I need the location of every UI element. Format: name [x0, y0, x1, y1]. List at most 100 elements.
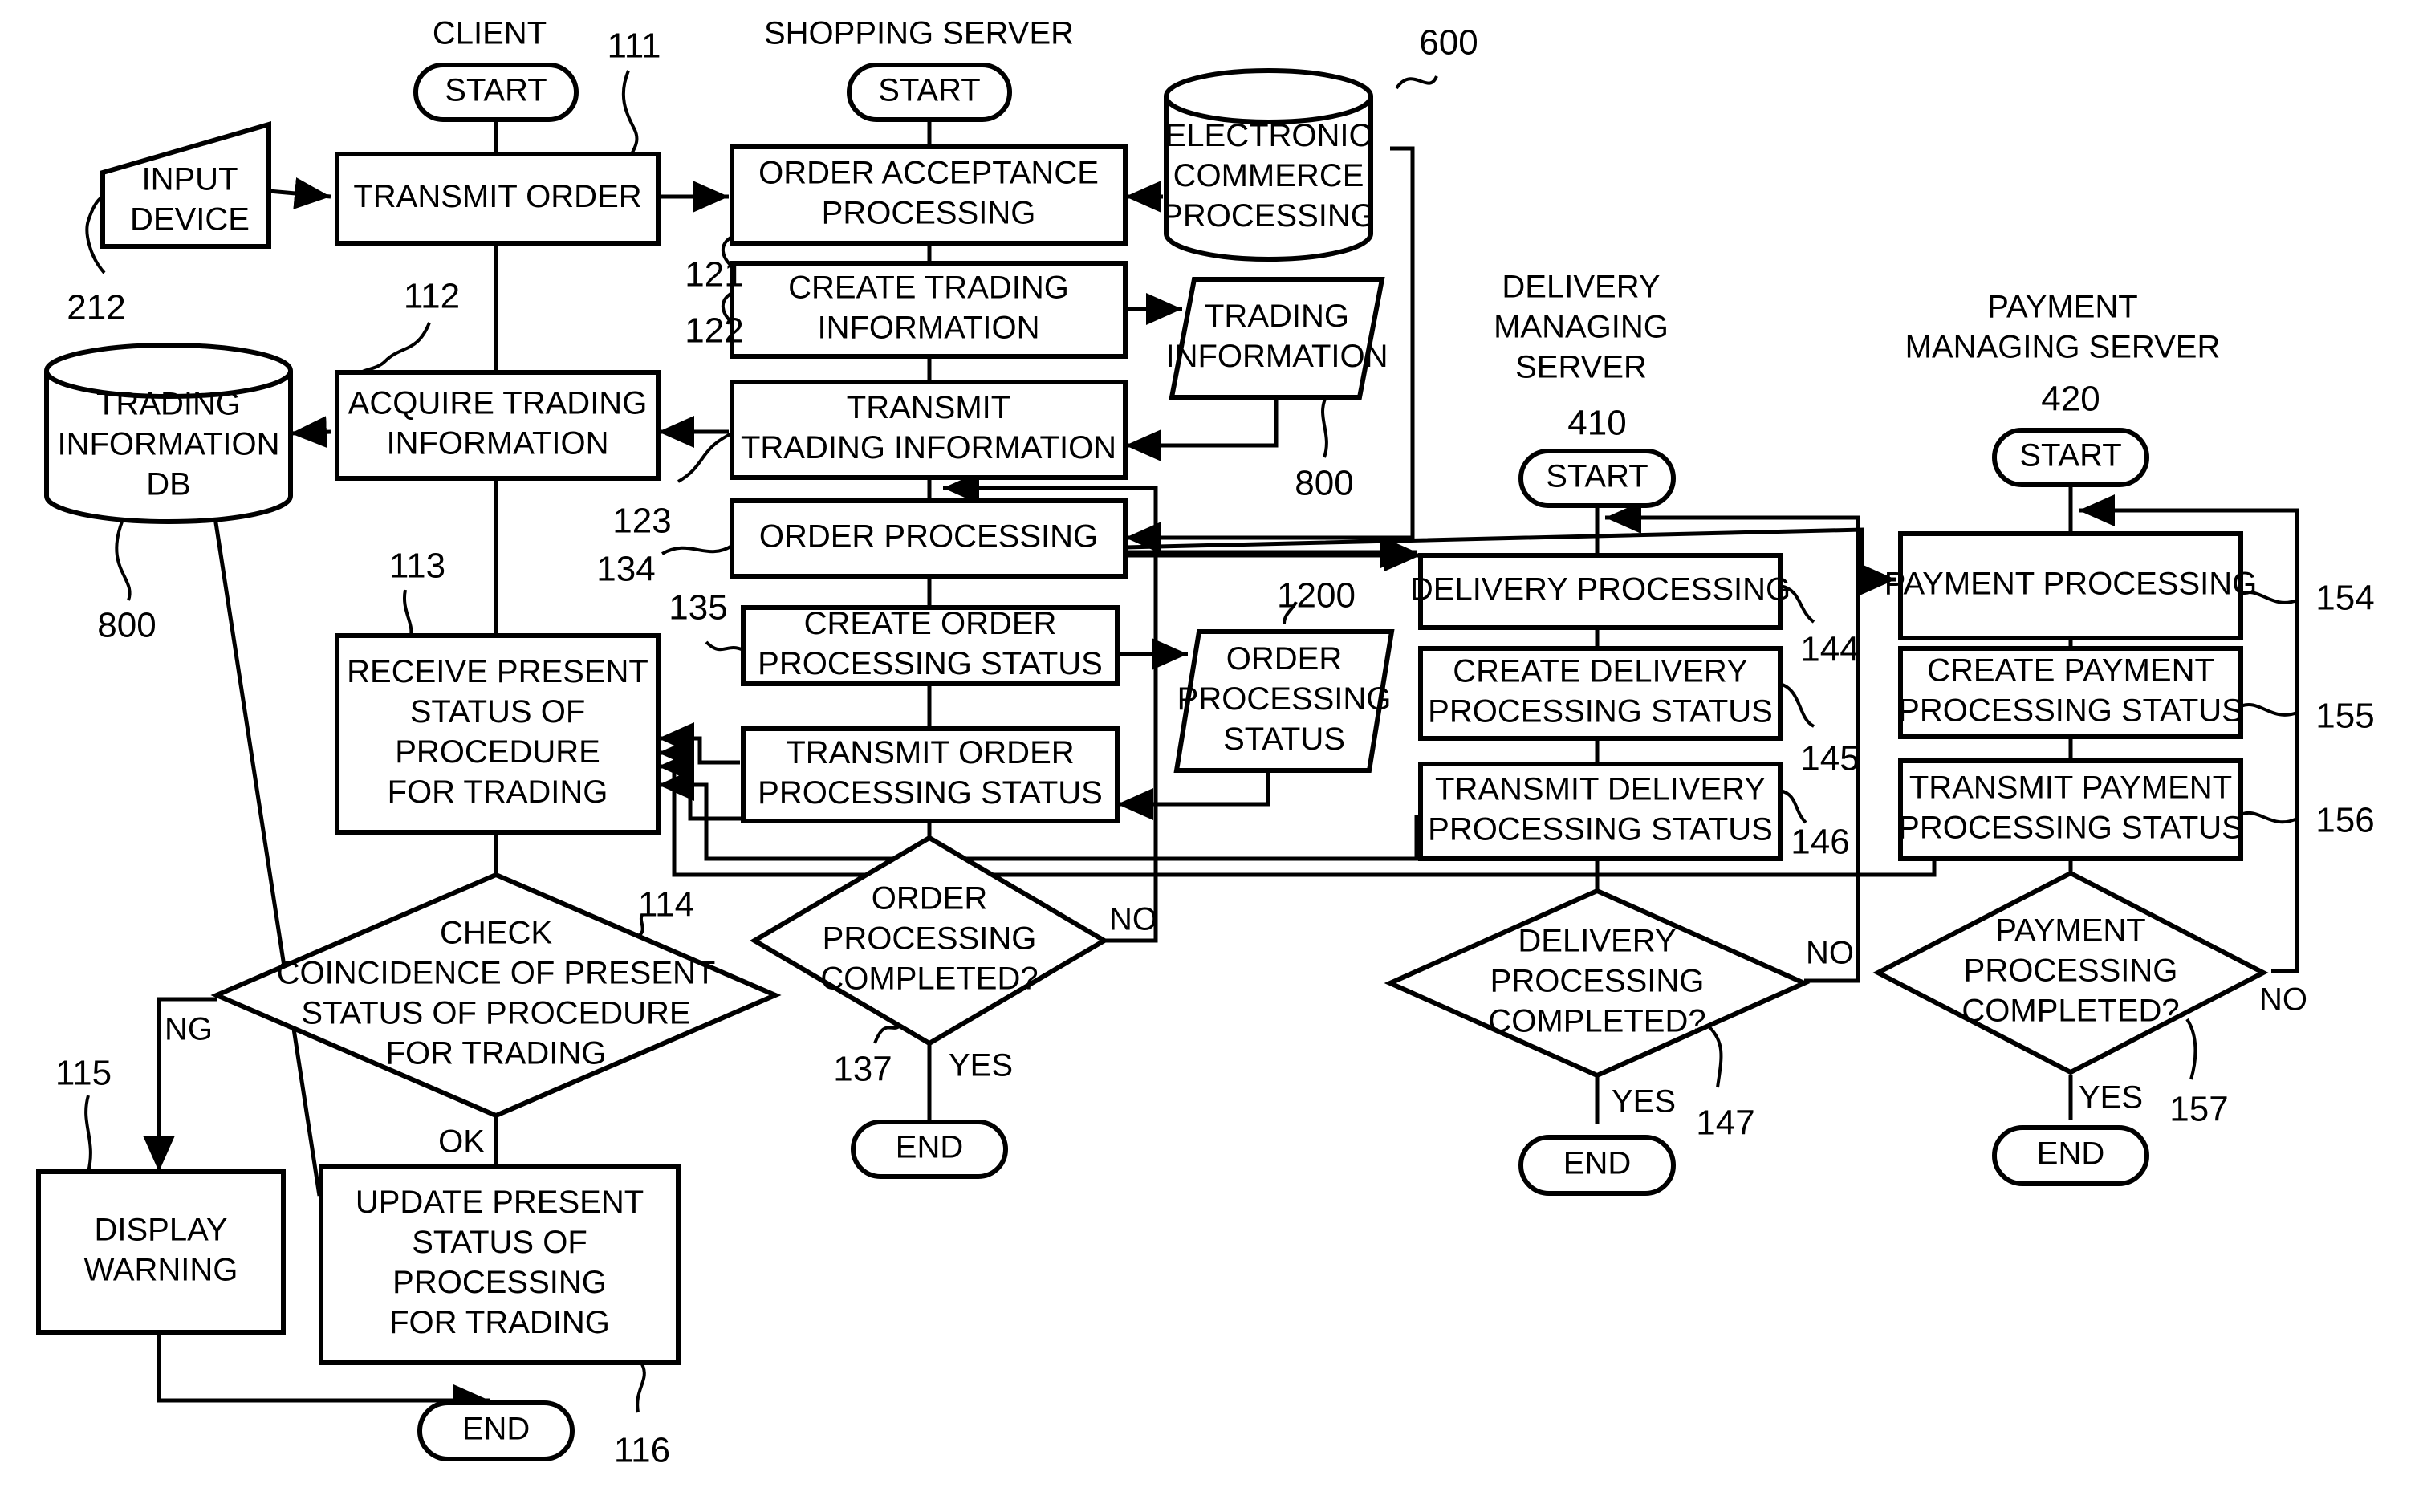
process-transmit-trading-information-label-line: TRADING INFORMATION — [741, 430, 1116, 465]
process-delivery-processing-label-line: DELIVERY PROCESSING — [1410, 572, 1791, 608]
payment-end-terminal-label: END — [2037, 1136, 2104, 1172]
process-create-trading-information-label-line: INFORMATION — [817, 311, 1039, 346]
process-receive-present-status-label-line: PROCEDURE — [395, 734, 600, 770]
process-transmit-delivery-processing-status-label-line: PROCESSING STATUS — [1428, 812, 1773, 847]
reference-leader — [677, 432, 733, 483]
reference-numeral: 147 — [1696, 1104, 1754, 1143]
decision-check-coincidence-label-line: COINCIDENCE OF PRESENT — [277, 956, 716, 991]
reference-leader — [360, 322, 431, 374]
decision-payment-processing-completed-label-line: PAYMENT — [1995, 913, 2145, 949]
trading-information-data-label-line: TRADING — [1205, 299, 1349, 334]
order-processing-status-data-label-line: PROCESSING — [1177, 681, 1392, 717]
process-display-warning-label-line: WARNING — [84, 1253, 238, 1288]
process-create-trading-information-label-line: CREATE TRADING — [788, 270, 1069, 306]
decision-check-coincidence-label-line: STATUS OF PROCEDURE — [301, 996, 690, 1031]
reference-numeral: 1200 — [1277, 576, 1356, 616]
electronic-commerce-processing-label-line: COMMERCE — [1173, 158, 1364, 193]
reference-numeral: 121 — [685, 255, 743, 295]
reference-numeral: 212 — [67, 288, 125, 327]
branch-label-yes: YES — [2079, 1080, 2143, 1116]
connector — [197, 465, 322, 1197]
connector — [1125, 397, 1279, 461]
decision-check-coincidence-label-line: CHECK — [440, 916, 552, 951]
reference-leader — [1708, 1026, 1723, 1088]
process-order-processing-label-line: ORDER PROCESSING — [759, 519, 1098, 555]
reference-leader — [84, 1095, 92, 1173]
process-create-payment-processing-status-label-line: PROCESSING STATUS — [1898, 693, 2243, 729]
connector — [658, 722, 740, 765]
branch-label-no: NO — [2259, 982, 2307, 1018]
reference-numeral: 410 — [1567, 404, 1626, 443]
reference-numeral: 111 — [608, 26, 661, 66]
process-transmit-payment-processing-status-label-line: PROCESSING STATUS — [1898, 811, 2243, 846]
reference-numeral: 146 — [1791, 823, 1849, 862]
reference-numeral: 420 — [2041, 380, 2100, 419]
reference-numeral: 800 — [1295, 464, 1353, 503]
branch-label-ok: OK — [438, 1124, 485, 1160]
lane-header-delivery-server: MANAGING — [1494, 310, 1669, 345]
nodes — [36, 63, 2269, 1461]
decision-check-coincidence-label-line: FOR TRADING — [386, 1036, 607, 1071]
reference-numeral: 156 — [2315, 801, 2374, 840]
process-update-present-status-label-line: UPDATE PRESENT — [356, 1185, 644, 1220]
reference-numeral: 134 — [596, 550, 655, 589]
reference-leader — [1779, 789, 1807, 824]
branch-label-no: NO — [1806, 936, 1854, 971]
process-create-delivery-processing-status-label-line: PROCESSING STATUS — [1428, 694, 1773, 730]
reference-leader — [115, 521, 132, 601]
reference-numeral: 144 — [1800, 630, 1859, 669]
reference-numeral: 122 — [685, 311, 743, 351]
reference-numeral: 155 — [2315, 697, 2374, 736]
decision-order-processing-completed-label-line: COMPLETED? — [820, 961, 1038, 997]
process-transmit-trading-information-label-line: TRANSMIT — [847, 390, 1010, 425]
reference-leader — [2240, 811, 2298, 824]
process-create-order-processing-status-label-line: PROCESSING STATUS — [758, 646, 1103, 681]
trading-information-db-label-line: INFORMATION — [57, 427, 279, 462]
reference-leader — [1779, 682, 1815, 728]
electronic-commerce-processing-label-line: PROCESSING — [1161, 198, 1376, 234]
process-receive-present-status-label-line: FOR TRADING — [388, 774, 608, 810]
reference-leader — [621, 70, 639, 155]
lane-header-shopping-server: SHOPPING SERVER — [764, 16, 1074, 51]
reference-numeral: 800 — [97, 606, 156, 645]
reference-leader — [1395, 75, 1438, 90]
process-receive-present-status-label-line: STATUS OF — [410, 694, 586, 730]
reference-numeral: 154 — [2315, 579, 2374, 618]
reference-leader — [2185, 1018, 2197, 1080]
reference-leader — [705, 640, 744, 652]
decision-delivery-processing-completed-label-line: PROCESSING — [1490, 964, 1705, 999]
order-processing-status-data-label-line: STATUS — [1223, 721, 1345, 757]
decision-delivery-processing-completed-label-line: DELIVERY — [1518, 924, 1676, 959]
reference-leader — [1321, 396, 1328, 458]
process-payment-processing-label-line: PAYMENT PROCESSING — [1884, 567, 2258, 602]
process-transmit-order-processing-status-label-line: PROCESSING STATUS — [758, 775, 1103, 811]
decision-delivery-processing-completed-label-line: COMPLETED? — [1488, 1004, 1705, 1039]
input-device-label-line: INPUT — [142, 162, 238, 197]
process-transmit-payment-processing-status-label-line: TRANSMIT PAYMENT — [1909, 770, 2232, 806]
connector — [290, 416, 331, 449]
lane-header-payment-server: PAYMENT — [1987, 290, 2137, 325]
reference-numeral: 114 — [638, 885, 694, 925]
delivery-start-terminal-label: START — [1546, 459, 1648, 494]
process-create-payment-processing-status-label-line: CREATE PAYMENT — [1927, 653, 2214, 689]
process-transmit-delivery-processing-status-label-line: TRANSMIT DELIVERY — [1435, 772, 1766, 807]
reference-numeral: 112 — [404, 277, 460, 316]
payment-start-terminal-label: START — [2019, 438, 2121, 474]
electronic-commerce-processing-label-line: ELECTRONIC — [1165, 118, 1372, 153]
reference-leader — [402, 589, 413, 636]
client-end-terminal-label: END — [462, 1412, 530, 1447]
process-create-order-processing-status-label-line: CREATE ORDER — [804, 606, 1057, 641]
process-order-acceptance-label-line: ORDER ACCEPTANCE — [758, 156, 1099, 191]
connector — [268, 177, 331, 209]
trading-information-db-label-line: DB — [146, 467, 191, 502]
decision-order-processing-completed-label-line: PROCESSING — [823, 921, 1037, 957]
reference-numeral: 123 — [612, 502, 671, 541]
trading-information-db-label-line: TRADING — [96, 387, 241, 422]
process-acquire-trading-information-label-line: INFORMATION — [386, 426, 608, 461]
process-acquire-trading-information-label-line: ACQUIRE TRADING — [348, 386, 648, 421]
process-create-delivery-processing-status-label-line: CREATE DELIVERY — [1453, 654, 1748, 689]
reference-numeral: 115 — [55, 1054, 112, 1093]
process-transmit-order-processing-status-label-line: TRANSMIT ORDER — [786, 735, 1074, 770]
process-update-present-status-label-line: STATUS OF — [412, 1225, 587, 1260]
lane-header-delivery-server: DELIVERY — [1502, 270, 1660, 305]
